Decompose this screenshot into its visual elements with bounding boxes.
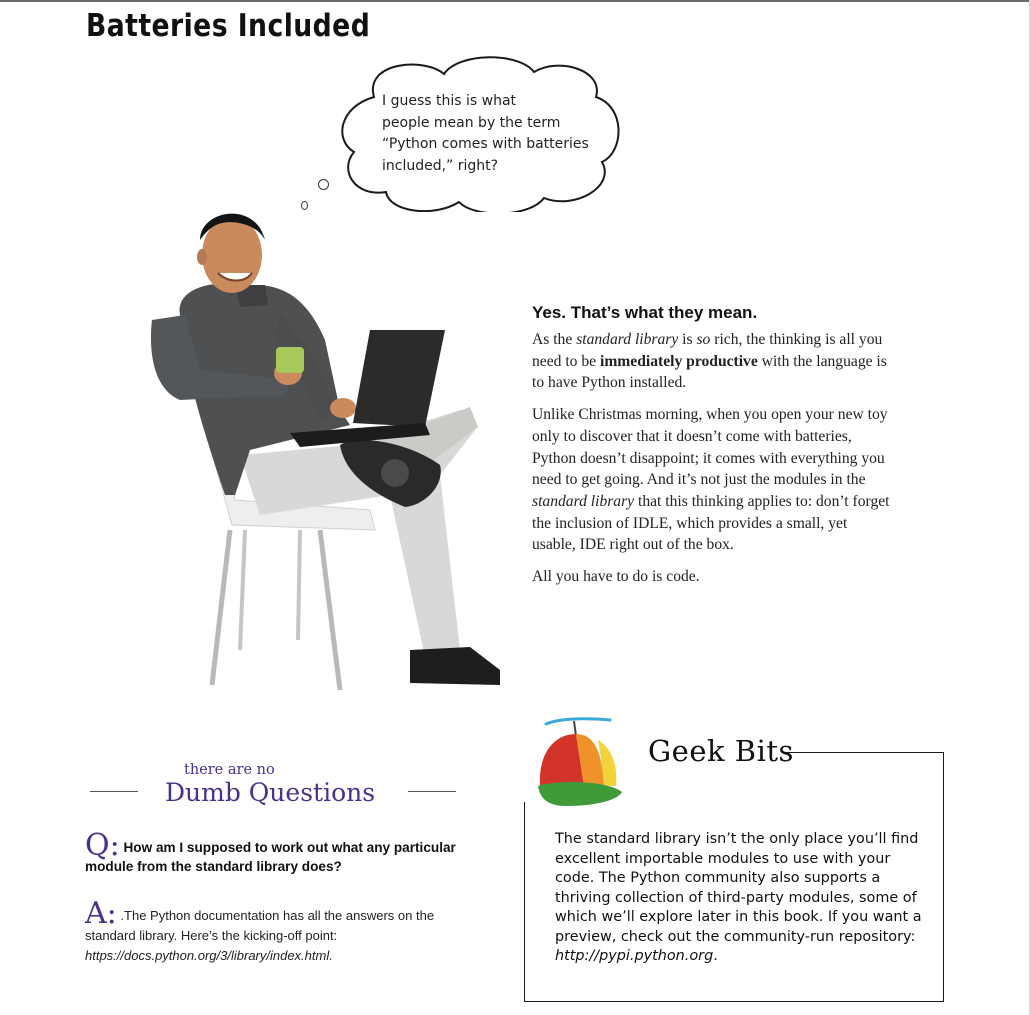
thought-bubble: I guess this is what people mean by the … — [334, 52, 626, 212]
dumb-questions-subheader: there are no — [184, 762, 275, 778]
answer-paragraph-1: As the standard library is so rich, the … — [532, 329, 892, 394]
answer-paragraph-3: All you have to do is code. — [532, 568, 700, 586]
bold-immediately-productive: immediately productive — [599, 352, 758, 370]
pypi-link[interactable]: http://pypi.python.org — [555, 948, 713, 964]
man-with-laptop-image — [140, 195, 510, 700]
geek-bits-body: The standard library isn’t the only plac… — [555, 831, 922, 945]
dumb-questions-header: Dumb Questions — [165, 778, 376, 807]
answer-text: .The Python documentation has all the an… — [85, 908, 435, 943]
answer-section: Yes. That’s what they mean. As the stand… — [532, 303, 892, 598]
a-letter: A: — [85, 896, 117, 931]
question-text: How am I supposed to work out what any p… — [85, 840, 456, 874]
dumb-questions-rule-right — [408, 791, 456, 792]
geek-bits-end: . — [713, 948, 718, 964]
answer-block: A: .The Python documentation has all the… — [85, 899, 460, 966]
geek-bits-text: The standard library isn’t the only plac… — [555, 830, 925, 967]
emphasis-so: so — [696, 331, 711, 348]
answer-end: . — [329, 948, 333, 963]
q-letter: Q: — [85, 828, 120, 863]
top-rule — [0, 0, 1031, 2]
emphasis-standard-library: standard library — [532, 492, 635, 510]
thought-dot-large — [318, 179, 329, 190]
answer-paragraph-2: Unlike Christmas morning, when you open … — [532, 404, 892, 556]
text-run: Unlike Christmas morning, when you open … — [532, 406, 888, 489]
answer-heading: Yes. That’s what they mean. — [532, 303, 758, 322]
dumb-questions-rule-left — [90, 791, 138, 792]
question-block: Q: How am I supposed to work out what an… — [85, 831, 465, 876]
emphasis-standard-library: standard library — [576, 331, 679, 348]
text-run: As the — [532, 331, 577, 348]
text-run: is — [678, 331, 697, 348]
thought-bubble-text: I guess this is what people mean by the … — [382, 93, 589, 174]
page-title: Batteries Included — [86, 8, 371, 44]
docs-link[interactable]: https://docs.python.org/3/library/index.… — [85, 948, 329, 963]
